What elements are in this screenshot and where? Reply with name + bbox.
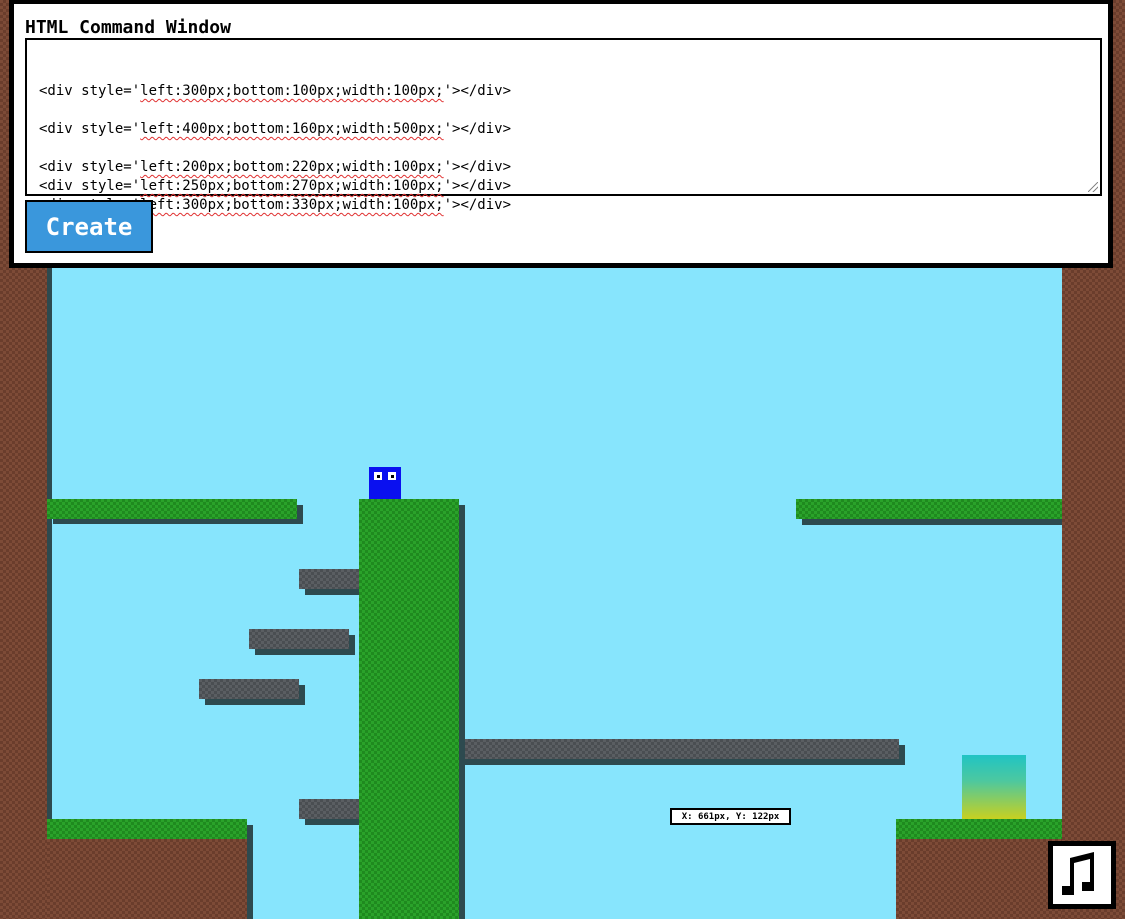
command-line-suffix: '></div> xyxy=(443,83,512,99)
command-line-prefix: <div style=' xyxy=(39,178,141,194)
platform-shadow xyxy=(305,819,359,825)
command-line-suffix: '></div> xyxy=(443,121,512,137)
stone-platform xyxy=(199,679,299,699)
player-eye xyxy=(374,472,382,480)
ground-grass-right xyxy=(896,819,1062,839)
command-line xyxy=(39,101,1100,120)
command-textarea[interactable]: <div style='left:300px;bottom:100px;widt… xyxy=(25,38,1102,213)
command-line-prefix: <div style=' xyxy=(39,121,141,137)
command-line: <div style='left:200px;bottom:220px;widt… xyxy=(39,158,1100,177)
create-button[interactable]: Create xyxy=(25,200,153,253)
ground-grass-left xyxy=(47,819,247,839)
player-eye xyxy=(388,472,396,480)
music-note-icon xyxy=(1062,852,1094,895)
command-line-suffix: '></div> xyxy=(443,178,512,194)
platform-shadow xyxy=(205,699,305,705)
command-window-title: HTML Command Window xyxy=(25,17,231,38)
ground-shadow xyxy=(247,825,253,919)
command-line: <div style='left:300px;bottom:330px;widt… xyxy=(39,196,1100,215)
platform-shadow xyxy=(305,589,359,595)
command-line: <div style='left:250px;bottom:270px;widt… xyxy=(39,177,1100,196)
grass-ledge-upper-right xyxy=(796,499,1062,519)
platform-shadow xyxy=(53,519,303,524)
html-command-window: HTML Command Window <div style='left:300… xyxy=(9,0,1113,268)
pillar-shadow xyxy=(459,505,465,919)
platform-shadow xyxy=(255,649,355,655)
resize-grip-icon[interactable] xyxy=(1088,182,1098,192)
goal-portal xyxy=(962,755,1026,819)
command-line: <div style='left:400px;bottom:160px;widt… xyxy=(39,120,1100,139)
stone-platform xyxy=(249,629,349,649)
music-toggle-button[interactable] xyxy=(1048,841,1116,909)
ground-dirt-left xyxy=(47,839,247,919)
stone-platform xyxy=(299,569,359,589)
platform-shadow xyxy=(465,759,905,765)
grass-ledge-upper-left xyxy=(47,499,297,519)
command-line-suffix: '></div> xyxy=(443,197,512,213)
command-line-prefix: <div style=' xyxy=(39,159,141,175)
ground-dirt-right xyxy=(896,839,1062,919)
command-line-style: left:200px;bottom:220px;width:100px; xyxy=(140,159,444,175)
command-line: <div style='left:300px;bottom:100px;widt… xyxy=(39,82,1100,101)
grass-pillar xyxy=(359,499,459,919)
command-line-suffix: '></div> xyxy=(443,159,512,175)
stone-platform xyxy=(299,799,359,819)
command-line-style: left:300px;bottom:100px;width:100px; xyxy=(140,83,444,99)
platform-shadow xyxy=(802,519,1062,525)
command-line-style: left:400px;bottom:160px;width:500px; xyxy=(140,121,444,137)
stone-platform-long xyxy=(459,739,899,759)
player-character xyxy=(369,467,401,499)
command-line-prefix: <div style=' xyxy=(39,83,141,99)
command-line-style: left:250px;bottom:270px;width:100px; xyxy=(140,178,444,194)
command-line-style: left:300px;bottom:330px;width:100px; xyxy=(140,197,444,213)
coordinate-readout: X: 661px, Y: 122px xyxy=(670,808,791,825)
command-line xyxy=(39,139,1100,158)
